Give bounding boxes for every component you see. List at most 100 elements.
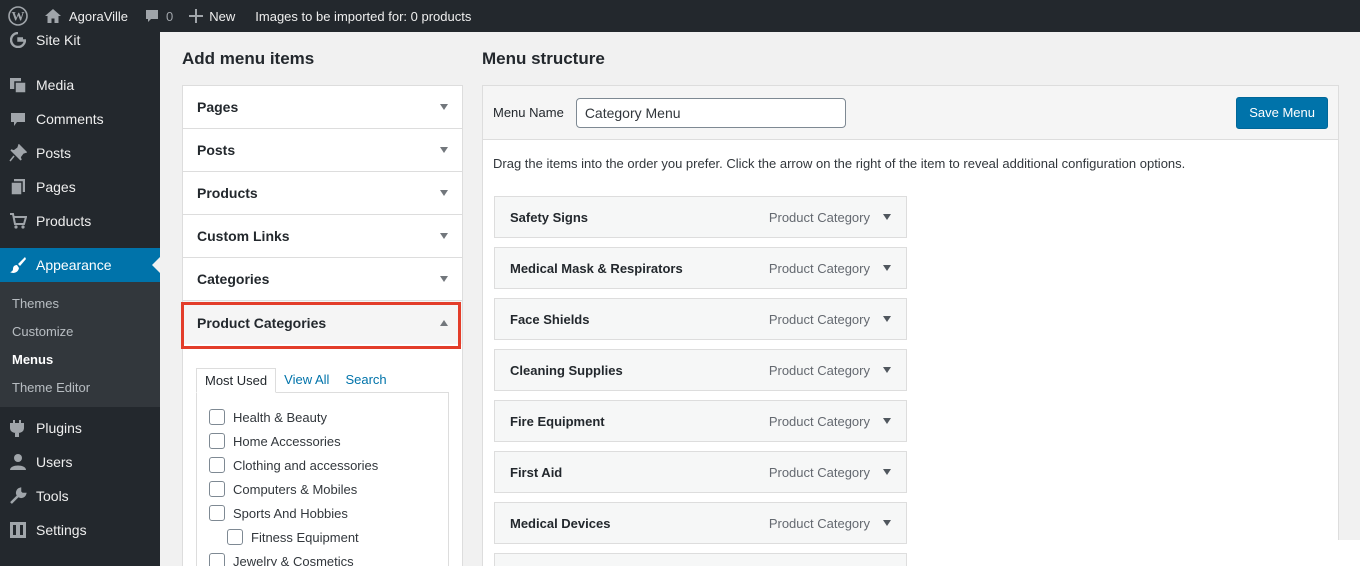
checklist-item[interactable]: Health & Beauty: [209, 405, 436, 429]
checklist-item[interactable]: Jewelry & Cosmetics: [209, 549, 436, 566]
pages-icon: [8, 177, 28, 197]
settings-icon: [8, 520, 28, 540]
tab-view-all[interactable]: View All: [276, 368, 337, 393]
menu-item[interactable]: Face Shields Product Category: [494, 298, 907, 340]
chevron-down-icon[interactable]: [883, 316, 891, 322]
accordion-section-label: Categories: [197, 271, 270, 287]
chevron-down-icon[interactable]: [883, 214, 891, 220]
sidebar-item-tools[interactable]: Tools: [0, 479, 160, 513]
sidebar-item-settings[interactable]: Settings: [0, 513, 160, 547]
sidebar-item-media[interactable]: Media: [0, 68, 160, 102]
new-content-link[interactable]: New: [181, 0, 243, 32]
submenu-item-menus[interactable]: Menus: [0, 345, 160, 373]
category-checklist: Health & Beauty Home Accessories Clothin…: [196, 392, 449, 566]
checklist-item[interactable]: Clothing and accessories: [209, 453, 436, 477]
chevron-down-icon: [440, 233, 448, 239]
submenu-item-theme-editor[interactable]: Theme Editor: [0, 373, 160, 401]
checkbox-label: Fitness Equipment: [251, 529, 359, 545]
category-tabs: Most Used View All Search: [196, 368, 449, 393]
checklist-item[interactable]: Fitness Equipment: [209, 525, 436, 549]
checkbox[interactable]: [209, 505, 225, 521]
chevron-down-icon[interactable]: [883, 418, 891, 424]
site-name-link[interactable]: AgoraVille: [36, 0, 136, 32]
sidebar-item-appearance[interactable]: Appearance: [0, 248, 160, 282]
cart-icon: [8, 211, 28, 231]
chevron-down-icon: [440, 104, 448, 110]
pin-icon: [8, 143, 28, 163]
tab-most-used[interactable]: Most Used: [196, 368, 277, 393]
sidebar-item-label: Site Kit: [36, 32, 81, 48]
home-icon: [45, 9, 61, 23]
menu-item[interactable]: Safety Signs Product Category: [494, 196, 907, 238]
save-menu-button[interactable]: Save Menu: [1236, 96, 1328, 129]
accordion-section-label: Products: [197, 185, 258, 201]
comment-icon: [146, 10, 159, 22]
accordion-section-product-categories[interactable]: Product Categories: [183, 301, 462, 344]
menu-item[interactable]: Cleaning Supplies Product Category: [494, 349, 907, 391]
checkbox[interactable]: [209, 409, 225, 425]
menu-item[interactable]: Medical Devices Product Category: [494, 502, 907, 544]
sidebar-item-site-kit[interactable]: Site Kit: [0, 32, 160, 50]
menu-item-title: Medical Devices: [510, 515, 611, 531]
menu-item[interactable]: Medical Mask & Respirators Product Catego…: [494, 247, 907, 289]
sidebar-item-label: Products: [36, 213, 92, 229]
sidebar-item-pages[interactable]: Pages: [0, 170, 160, 204]
checklist-item[interactable]: Home Accessories: [209, 429, 436, 453]
menu-item-type: Product Category: [768, 515, 870, 531]
menu-item[interactable]: [494, 553, 907, 566]
chevron-down-icon[interactable]: [883, 469, 891, 475]
sidebar-item-posts[interactable]: Posts: [0, 136, 160, 170]
menu-item-type: Product Category: [768, 464, 870, 480]
wrench-icon: [8, 486, 28, 506]
sidebar-item-label: Posts: [36, 145, 72, 161]
wordpress-logo-icon[interactable]: W: [0, 0, 36, 32]
site-name: AgoraVille: [69, 8, 129, 24]
accordion-section-custom-links[interactable]: Custom Links: [183, 215, 462, 258]
import-status[interactable]: Images to be imported for: 0 products: [243, 0, 479, 32]
accordion-section-label: Custom Links: [197, 228, 290, 244]
sidebar-item-plugins[interactable]: Plugins: [0, 411, 160, 445]
accordion-section-posts[interactable]: Posts: [183, 129, 462, 172]
comments-link[interactable]: 0: [136, 0, 181, 32]
accordion-section-pages[interactable]: Pages: [183, 86, 462, 129]
chevron-down-icon[interactable]: [883, 367, 891, 373]
checkbox[interactable]: [209, 433, 225, 449]
submenu-item-customize[interactable]: Customize: [0, 317, 160, 345]
accordion-section-categories[interactable]: Categories: [183, 258, 462, 301]
checkbox-label: Sports And Hobbies: [233, 505, 348, 521]
chevron-down-icon: [440, 276, 448, 282]
plus-icon: [189, 9, 204, 23]
media-icon: [8, 75, 28, 95]
menu-structure-panel: Menu Name Category Menu Save Menu Drag t…: [482, 85, 1339, 566]
tab-search[interactable]: Search: [337, 368, 394, 393]
sidebar-item-label: Users: [36, 454, 73, 470]
accordion-section-products[interactable]: Products: [183, 172, 462, 215]
checkbox[interactable]: [209, 481, 225, 497]
menu-name-input[interactable]: Category Menu: [575, 97, 846, 128]
menu-item-title: Fire Equipment: [510, 413, 605, 429]
chevron-down-icon[interactable]: [883, 520, 891, 526]
appearance-submenu: Themes Customize Menus Theme Editor: [0, 282, 160, 407]
bottom-fade: [900, 540, 1360, 566]
menu-item[interactable]: Fire Equipment Product Category: [494, 400, 907, 442]
submenu-item-themes[interactable]: Themes: [0, 289, 160, 317]
checkbox-label: Home Accessories: [233, 433, 341, 449]
checklist-item[interactable]: Sports And Hobbies: [209, 501, 436, 525]
menu-item-type: Product Category: [768, 362, 870, 378]
sidebar-item-users[interactable]: Users: [0, 445, 160, 479]
sidebar-item-products[interactable]: Products: [0, 204, 160, 238]
menu-item-title: Safety Signs: [510, 209, 589, 225]
checkbox[interactable]: [227, 529, 243, 545]
admin-bar: W AgoraVille 0 New Images to be imported…: [0, 0, 1360, 32]
menu-item-title: First Aid: [510, 464, 563, 480]
sidebar-item-comments[interactable]: Comments: [0, 102, 160, 136]
accordion-section-label: Pages: [197, 99, 239, 115]
chevron-down-icon: [440, 190, 448, 196]
menu-item[interactable]: First Aid Product Category: [494, 451, 907, 493]
chevron-down-icon[interactable]: [883, 265, 891, 271]
checkbox[interactable]: [209, 457, 225, 473]
checklist-item[interactable]: Computers & Mobiles: [209, 477, 436, 501]
checkbox[interactable]: [209, 553, 225, 566]
sidebar-item-label: Comments: [36, 111, 104, 127]
menu-item-title: Cleaning Supplies: [510, 362, 623, 378]
